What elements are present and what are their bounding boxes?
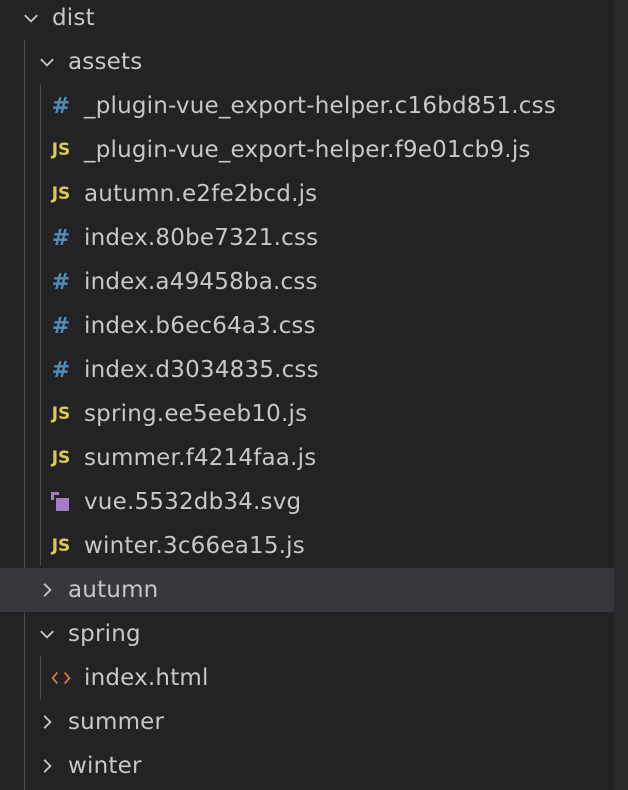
css-file-icon: # [51,313,71,339]
folder-autumn[interactable]: autumn [0,568,614,612]
file-row[interactable]: JS spring.ee5eeb10.js [0,392,614,436]
file-label: _plugin-vue_export-helper.c16bd851.css [84,93,557,119]
css-file-icon: # [51,269,71,295]
folder-label: autumn [68,577,159,603]
file-label: spring.ee5eeb10.js [84,401,308,427]
css-file-icon: # [51,225,71,251]
chevron-down-icon [18,5,44,31]
svg-file-icon [48,489,74,515]
folder-winter[interactable]: winter [0,744,614,788]
file-row[interactable]: JS _plugin-vue_export-helper.f9e01cb9.js [0,128,614,172]
chevron-down-icon [34,621,60,647]
chevron-right-icon [34,709,60,735]
js-file-icon: JS [51,448,71,468]
html-file-icon [48,665,74,691]
folder-summer[interactable]: summer [0,700,614,744]
scrollbar-track[interactable] [614,0,628,790]
file-row[interactable]: JS winter.3c66ea15.js [0,524,614,568]
folder-dist[interactable]: dist [0,0,614,40]
folder-label: winter [68,753,142,779]
file-row[interactable]: # index.80be7321.css [0,216,614,260]
folder-assets[interactable]: assets [0,40,614,84]
folder-label: summer [68,709,165,735]
file-row[interactable]: # _plugin-vue_export-helper.c16bd851.css [0,84,614,128]
file-label: index.a49458ba.css [84,269,318,295]
chevron-down-icon [34,49,60,75]
file-row[interactable]: # index.d3034835.css [0,348,614,392]
file-row[interactable]: JS autumn.e2fe2bcd.js [0,172,614,216]
chevron-right-icon [34,753,60,779]
file-row[interactable]: vue.5532db34.svg [0,480,614,524]
file-label: index.html [84,665,209,691]
css-file-icon: # [51,357,71,383]
file-row[interactable]: # index.b6ec64a3.css [0,304,614,348]
file-label: _plugin-vue_export-helper.f9e01cb9.js [84,137,531,163]
js-file-icon: JS [51,536,71,556]
file-row[interactable]: # index.a49458ba.css [0,260,614,304]
file-label: winter.3c66ea15.js [84,533,305,559]
js-file-icon: JS [51,140,71,160]
file-label: vue.5532db34.svg [84,489,302,515]
js-file-icon: JS [51,184,71,204]
file-label: summer.f4214faa.js [84,445,317,471]
file-row[interactable]: JS summer.f4214faa.js [0,436,614,480]
css-file-icon: # [51,93,71,119]
js-file-icon: JS [51,404,71,424]
file-label: index.b6ec64a3.css [84,313,316,339]
chevron-right-icon [34,577,60,603]
folder-spring[interactable]: spring [0,612,614,656]
folder-label: spring [68,621,141,647]
folder-label: assets [68,49,143,75]
file-label: index.d3034835.css [84,357,319,383]
file-label: autumn.e2fe2bcd.js [84,181,318,207]
file-label: index.80be7321.css [84,225,319,251]
folder-label: dist [52,5,95,31]
file-row[interactable]: index.html [0,656,614,700]
file-explorer-tree: dist assets # _plugin-vue_export-helper.… [0,0,628,790]
